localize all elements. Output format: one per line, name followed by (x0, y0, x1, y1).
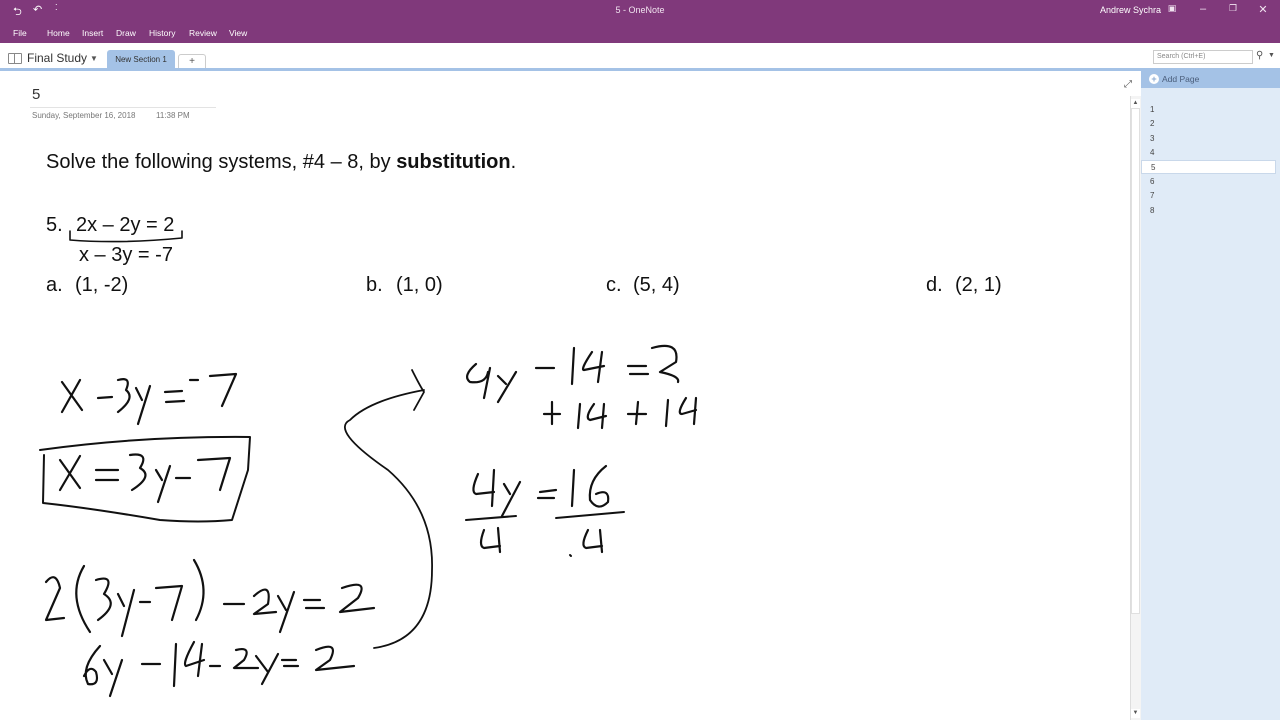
instruction-prefix: Solve the following systems, #4 – 8, by (46, 151, 397, 173)
chevron-down-icon[interactable]: ▼ (90, 54, 98, 63)
ribbon-display-icon[interactable]: ▣ (1162, 3, 1182, 14)
notebook-name[interactable]: Final Study (27, 51, 87, 65)
window-title: 5 - OneNote (615, 5, 665, 15)
tab-draw[interactable]: Draw (116, 28, 136, 38)
page-item-6[interactable]: 6 (1141, 175, 1276, 189)
page-date: Sunday, September 16, 2018 (32, 111, 136, 120)
choice-d-value: (2, 1) (955, 274, 1002, 296)
page-item-3[interactable]: 3 (1141, 132, 1276, 146)
page-item-7[interactable]: 7 (1141, 189, 1276, 203)
page-item-4[interactable]: 4 (1141, 146, 1276, 160)
minimize-icon[interactable]: – (1193, 3, 1213, 15)
choice-a-value: (1, -2) (75, 274, 129, 296)
page-title[interactable]: 5 (32, 86, 40, 103)
page-item-5[interactable]: 5 (1141, 160, 1276, 174)
choice-d-label: d. (926, 274, 943, 296)
scrollbar-thumb[interactable] (1131, 108, 1140, 614)
section-tab-new-section-1[interactable]: New Section 1 (107, 50, 175, 69)
user-name[interactable]: Andrew Sychra (1100, 5, 1161, 15)
choice-b-value: (1, 0) (396, 274, 443, 296)
plus-circle-icon[interactable]: + (1149, 74, 1159, 84)
tab-file[interactable]: File (13, 28, 27, 38)
tab-home[interactable]: Home (47, 28, 70, 38)
tab-history[interactable]: History (149, 28, 175, 38)
add-page-label[interactable]: Add Page (1162, 74, 1199, 84)
tab-insert[interactable]: Insert (82, 28, 103, 38)
tab-review[interactable]: Review (189, 28, 217, 38)
close-icon[interactable]: ✕ (1253, 3, 1273, 16)
tab-view[interactable]: View (229, 28, 247, 38)
page-item-8[interactable]: 8 (1141, 204, 1276, 218)
expand-icon[interactable]: ⤢ (1124, 79, 1132, 90)
choice-a-label: a. (46, 274, 63, 296)
ribbon-tabs: File Home Insert Draw History Review Vie… (0, 22, 1280, 43)
title-bar: ⮌ ↶ ⁚ 5 - OneNote Andrew Sychra ▣ – ❐ ✕ (0, 0, 1280, 22)
scroll-up-arrow-icon[interactable]: ▲ (1131, 99, 1140, 108)
page-time: 11:38 PM (156, 111, 190, 120)
restore-icon[interactable]: ❐ (1223, 3, 1243, 14)
search-icon[interactable]: ⚲ (1256, 50, 1263, 61)
equation-1: 2x – 2y = 2 (76, 214, 175, 236)
instruction-suffix: . (510, 151, 517, 173)
search-input[interactable]: Search (Ctrl+E) (1153, 50, 1253, 64)
page-item-1[interactable]: 1 (1141, 103, 1276, 117)
choice-b-label: b. (366, 274, 383, 296)
choice-c-value: (5, 4) (633, 274, 680, 296)
equation-2: x – 3y = -7 (79, 244, 173, 266)
instruction-text: Solve the following systems, #4 – 8, by … (46, 151, 516, 174)
notebook-icon[interactable] (8, 53, 22, 64)
instruction-bold: substitution (396, 151, 511, 173)
page-item-2[interactable]: 2 (1141, 117, 1276, 131)
problem-number: 5. (46, 214, 63, 236)
search-scope-dropdown[interactable]: ▼ (1268, 52, 1275, 59)
choice-c-label: c. (606, 274, 622, 296)
scroll-down-arrow-icon[interactable]: ▼ (1131, 709, 1140, 718)
add-section-button[interactable]: + (178, 54, 206, 69)
title-divider (30, 107, 216, 108)
